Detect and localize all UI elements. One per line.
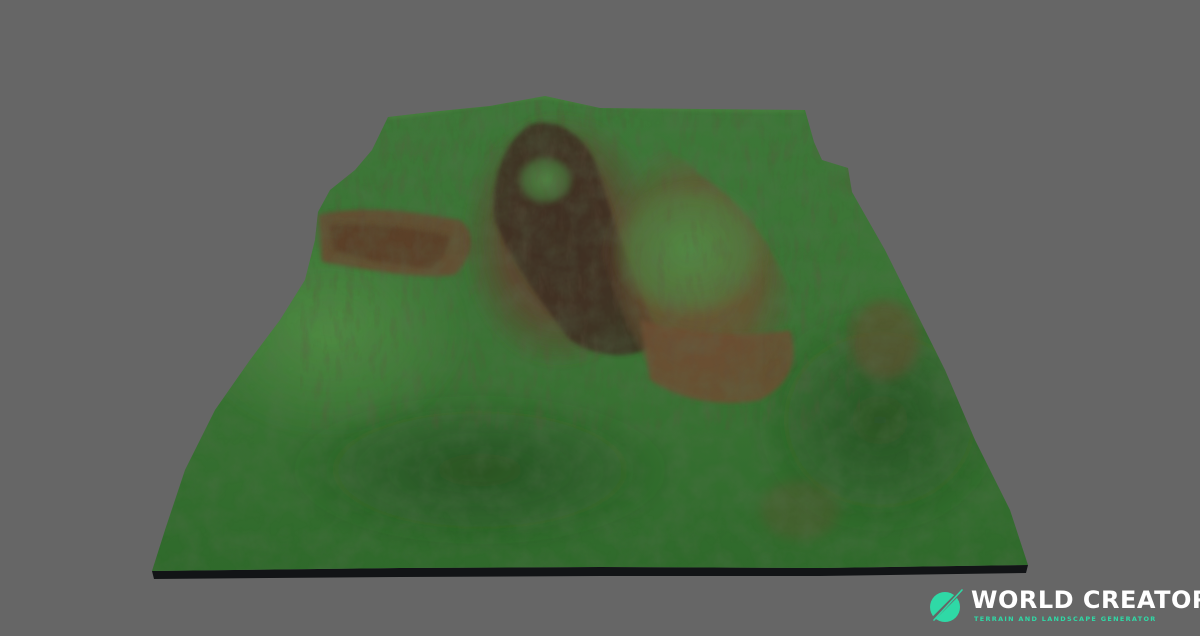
3d-viewport[interactable]: WORLD CREATOR TERRAIN AND LANDSCAPE GENE…: [0, 0, 1200, 636]
world-creator-leaf-icon: [930, 589, 963, 622]
world-creator-logo: WORLD CREATOR TERRAIN AND LANDSCAPE GENE…: [926, 584, 1200, 628]
terrain-render: [152, 96, 1028, 579]
logo-subtitle: TERRAIN AND LANDSCAPE GENERATOR: [974, 615, 1157, 623]
logo-title: WORLD CREATOR: [971, 586, 1200, 614]
